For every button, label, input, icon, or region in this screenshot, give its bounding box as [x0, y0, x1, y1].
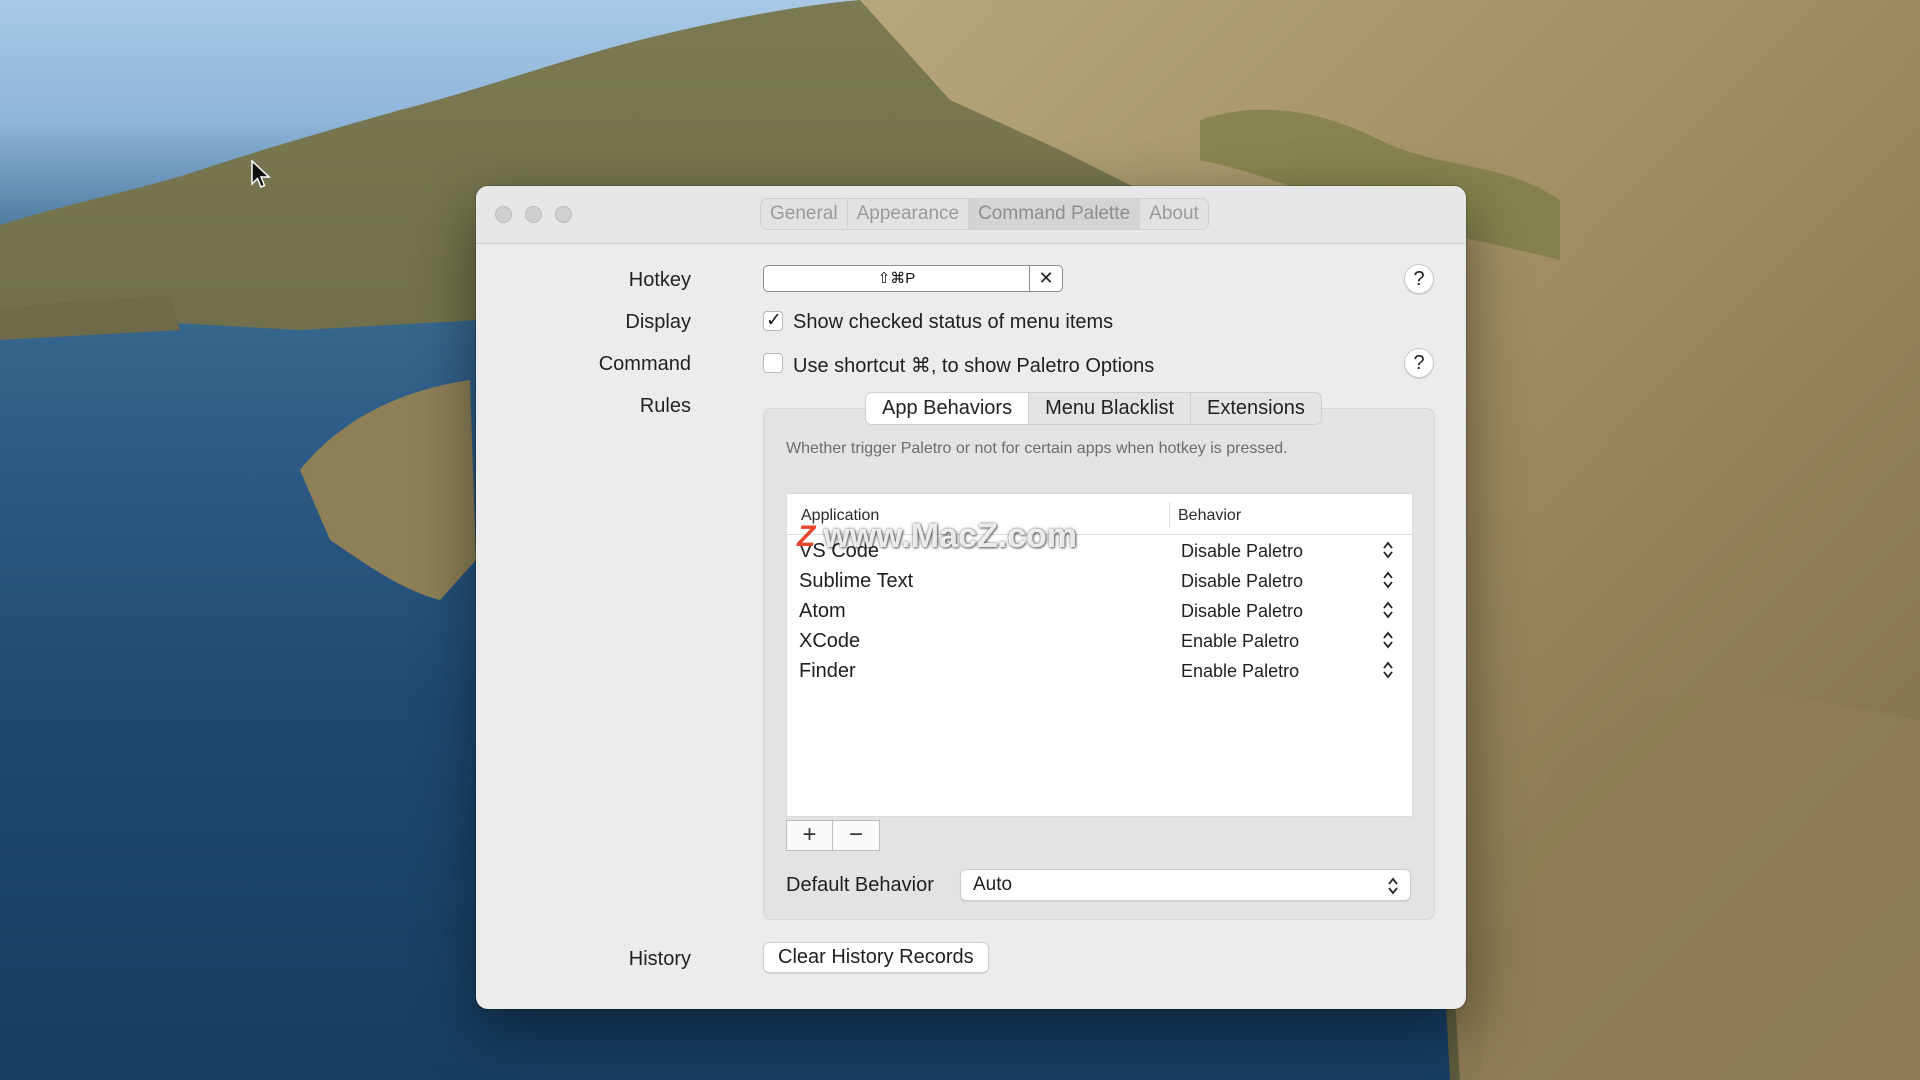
add-remove-control: + −: [786, 820, 880, 851]
stepper-arrows-icon[interactable]: [1381, 540, 1395, 560]
rules-description: Whether trigger Paletro or not for certa…: [786, 440, 1288, 457]
show-checked-status-label: Show checked status of menu items: [793, 311, 1114, 333]
history-label: History: [628, 948, 691, 970]
behavior-popup[interactable]: Disable Paletro: [1181, 541, 1303, 562]
table-row[interactable]: XCode Enable Paletro: [787, 626, 1412, 656]
application-name: VS Code: [799, 540, 880, 562]
default-behavior-select[interactable]: Auto: [960, 869, 1411, 901]
default-behavior-label: Default Behavior: [786, 874, 934, 896]
column-header-behavior[interactable]: Behavior: [1178, 507, 1241, 525]
column-header-application[interactable]: Application: [801, 507, 879, 525]
preferences-tab-bar: General Appearance Command Palette About: [760, 198, 1209, 230]
application-name: Sublime Text: [799, 570, 914, 592]
hotkey-label: Hotkey: [628, 269, 691, 291]
display-label: Display: [625, 311, 691, 333]
application-name: Atom: [799, 600, 846, 622]
hotkey-value[interactable]: ⇧⌘P: [764, 266, 1030, 291]
default-behavior-value: Auto: [973, 874, 1013, 895]
rules-tab-bar: App Behaviors Menu Blacklist Extensions: [865, 392, 1322, 425]
table-row[interactable]: VS Code Disable Paletro: [787, 536, 1412, 566]
table-row[interactable]: Finder Enable Paletro: [787, 656, 1412, 686]
title-bar: General Appearance Command Palette About: [476, 186, 1466, 244]
tab-command-palette[interactable]: Command Palette: [969, 199, 1141, 229]
stepper-arrows-icon[interactable]: [1381, 630, 1395, 650]
add-rule-button[interactable]: +: [787, 821, 833, 850]
command-help-button[interactable]: ?: [1404, 348, 1434, 378]
hotkey-recorder[interactable]: ⇧⌘P ✕: [763, 265, 1063, 292]
tab-general[interactable]: General: [761, 199, 848, 229]
tab-app-behaviors[interactable]: App Behaviors: [866, 393, 1030, 424]
tab-menu-blacklist[interactable]: Menu Blacklist: [1029, 393, 1192, 424]
tab-about[interactable]: About: [1140, 199, 1208, 229]
behavior-popup[interactable]: Enable Paletro: [1181, 661, 1299, 682]
checkmark-icon: ✓: [766, 310, 782, 331]
zoom-window-button[interactable]: [555, 206, 572, 223]
application-name: XCode: [799, 630, 861, 652]
command-label: Command: [598, 353, 691, 375]
table-header: Application Behavior: [787, 494, 1412, 535]
stepper-arrows-icon[interactable]: [1381, 600, 1395, 620]
use-shortcut-checkbox[interactable]: [763, 353, 783, 373]
mouse-cursor-icon: [251, 160, 271, 188]
show-checked-status-checkbox[interactable]: ✓: [763, 310, 783, 331]
rules-label: Rules: [639, 395, 691, 417]
use-shortcut-label: Use shortcut ⌘, to show Paletro Options: [793, 355, 1155, 377]
tab-appearance[interactable]: Appearance: [848, 199, 970, 229]
clear-history-button[interactable]: Clear History Records: [763, 942, 989, 973]
stepper-arrows-icon[interactable]: [1381, 660, 1395, 680]
tab-extensions[interactable]: Extensions: [1191, 393, 1321, 424]
behavior-popup[interactable]: Disable Paletro: [1181, 571, 1303, 592]
remove-rule-button[interactable]: −: [833, 821, 879, 850]
table-row[interactable]: Sublime Text Disable Paletro: [787, 566, 1412, 596]
stepper-arrows-icon[interactable]: [1381, 570, 1395, 590]
minimize-window-button[interactable]: [525, 206, 542, 223]
app-behaviors-table: Application Behavior VS Code Disable Pal…: [786, 493, 1413, 817]
column-divider: [1169, 502, 1170, 528]
preferences-window: General Appearance Command Palette About…: [476, 186, 1466, 1009]
chevron-up-down-icon: [1388, 877, 1398, 895]
hotkey-clear-icon[interactable]: ✕: [1030, 266, 1062, 291]
close-window-button[interactable]: [495, 206, 512, 223]
table-row[interactable]: Atom Disable Paletro: [787, 596, 1412, 626]
behavior-popup[interactable]: Disable Paletro: [1181, 601, 1303, 622]
behavior-popup[interactable]: Enable Paletro: [1181, 631, 1299, 652]
application-name: Finder: [799, 660, 856, 682]
hotkey-help-button[interactable]: ?: [1404, 264, 1434, 294]
